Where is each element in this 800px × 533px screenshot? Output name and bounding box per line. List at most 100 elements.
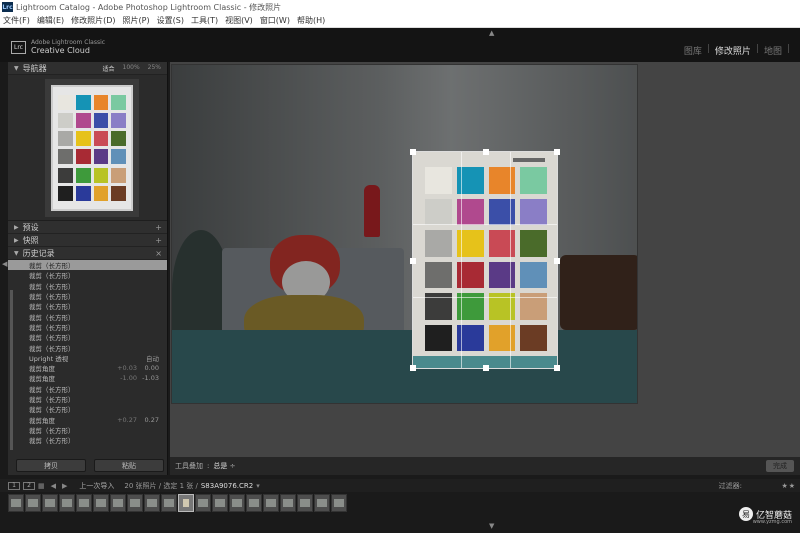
color-patch xyxy=(425,261,452,288)
crop-handle[interactable] xyxy=(554,149,560,155)
crop-handle[interactable] xyxy=(554,258,560,264)
menu-window[interactable]: 窗口(W) xyxy=(260,15,290,26)
crop-handle[interactable] xyxy=(410,365,416,371)
history-item[interactable]: 裁剪（长方形） xyxy=(8,332,167,342)
navigator-preview[interactable] xyxy=(8,75,167,221)
filmstrip-thumbnail[interactable] xyxy=(331,494,347,512)
filmstrip-thumbnail[interactable] xyxy=(76,494,92,512)
snapshots-header[interactable]: ▶ 快照 + xyxy=(8,234,167,247)
filmstrip-thumbnail[interactable] xyxy=(59,494,75,512)
history-item-label: Upright 透视 xyxy=(29,354,69,363)
history-item[interactable]: 裁剪（长方形） xyxy=(8,425,167,435)
menu-edit[interactable]: 编辑(E) xyxy=(37,15,64,26)
history-item[interactable]: 裁剪（长方形） xyxy=(8,260,167,271)
menu-settings[interactable]: 设置(S) xyxy=(157,15,184,26)
history-item[interactable]: 裁剪角度 +0.03 0.00 xyxy=(8,363,167,373)
filmstrip-thumbnail[interactable] xyxy=(127,494,143,512)
done-button[interactable]: 完成 xyxy=(766,460,794,472)
color-patch xyxy=(425,324,452,351)
menu-view[interactable]: 视图(V) xyxy=(225,15,253,26)
tool-overlay-select[interactable]: : 总是 ÷ xyxy=(207,461,235,471)
history-item-delta: +0.03 xyxy=(117,364,137,373)
filmstrip-thumbnail[interactable] xyxy=(93,494,109,512)
history-item[interactable]: 裁剪（长方形） xyxy=(8,270,167,280)
rating-filter[interactable]: ★★ xyxy=(781,482,796,490)
filmstrip-thumbnail[interactable] xyxy=(280,494,296,512)
crop-handle[interactable] xyxy=(483,365,489,371)
zoom-25[interactable]: 25% xyxy=(148,64,161,73)
filmstrip-thumbnail[interactable] xyxy=(161,494,177,512)
history-item[interactable]: 裁剪（长方形） xyxy=(8,301,167,311)
left-panel-scrollbar[interactable] xyxy=(10,290,13,450)
history-item[interactable]: 裁剪角度 -1.00 -1.03 xyxy=(8,373,167,383)
presets-header[interactable]: ▶ 预设 + xyxy=(8,221,167,234)
left-panel-arrow-icon[interactable]: ◀ xyxy=(2,260,7,268)
color-checker-chart xyxy=(425,167,547,351)
filmstrip-thumbnail[interactable] xyxy=(314,494,330,512)
menu-develop[interactable]: 修改照片(D) xyxy=(71,15,115,26)
menu-help[interactable]: 帮助(H) xyxy=(297,15,325,26)
filmstrip-thumbnail[interactable] xyxy=(110,494,126,512)
filmstrip-thumbnail[interactable] xyxy=(212,494,228,512)
module-develop[interactable]: 修改照片 xyxy=(710,44,756,57)
navigator-header[interactable]: ▼ 导航器 适合 100% 25% xyxy=(8,62,167,75)
history-item[interactable]: 裁剪角度 +0.27 0.27 xyxy=(8,414,167,425)
history-item[interactable]: 裁剪（长方形） xyxy=(8,404,167,414)
history-item[interactable]: 裁剪（长方形） xyxy=(8,311,167,322)
crop-handle[interactable] xyxy=(483,149,489,155)
menu-photo[interactable]: 照片(P) xyxy=(123,15,150,26)
top-panel-arrow-icon[interactable]: ▲ xyxy=(489,29,494,37)
crop-handle[interactable] xyxy=(554,365,560,371)
filmstrip-thumbnail[interactable] xyxy=(42,494,58,512)
filmstrip-thumbnail[interactable] xyxy=(195,494,211,512)
filmstrip-thumbnail[interactable] xyxy=(229,494,245,512)
grid-view-icon[interactable]: ▦ xyxy=(38,482,45,490)
history-item[interactable]: 裁剪（长方形） xyxy=(8,342,167,353)
filmstrip-thumbnail[interactable] xyxy=(144,494,160,512)
filmstrip-thumbnail[interactable] xyxy=(246,494,262,512)
primary-window-icon[interactable]: 1 xyxy=(8,481,20,490)
history-item-value: 0.27 xyxy=(144,415,159,424)
zoom-fit[interactable]: 适合 xyxy=(102,64,114,73)
history-header[interactable]: ▼ 历史记录 × xyxy=(8,247,167,260)
crop-region[interactable] xyxy=(410,149,560,371)
secondary-window-icon[interactable]: 2 xyxy=(23,481,35,490)
history-item[interactable]: Upright 透视 自动 xyxy=(8,353,167,363)
paste-button[interactable]: 粘贴 xyxy=(94,459,164,472)
clear-history-icon[interactable]: × xyxy=(155,249,162,258)
history-item[interactable]: 裁剪（长方形） xyxy=(8,281,167,291)
menu-tools[interactable]: 工具(T) xyxy=(191,15,218,26)
menu-file[interactable]: 文件(F) xyxy=(3,15,30,26)
photo-canvas[interactable] xyxy=(170,62,800,457)
history-item[interactable]: 裁剪（长方形） xyxy=(8,322,167,332)
filmstrip-thumbnail[interactable] xyxy=(178,494,194,512)
crop-handle[interactable] xyxy=(410,258,416,264)
color-patch xyxy=(75,185,91,201)
add-preset-icon[interactable]: + xyxy=(155,223,162,232)
bottom-panel-arrow-icon[interactable]: ▼ xyxy=(489,522,494,530)
crop-handle[interactable] xyxy=(410,149,416,155)
back-arrow-icon[interactable]: ◀ xyxy=(51,482,56,490)
history-item[interactable]: 裁剪（长方形） xyxy=(8,384,167,394)
module-library[interactable]: 图库 xyxy=(679,44,707,57)
color-patch xyxy=(111,167,126,183)
filename-dropdown-icon[interactable]: ▾ xyxy=(256,482,260,490)
identity-plate: Lrc Adobe Lightroom Classic Creative Clo… xyxy=(0,28,800,62)
history-item[interactable]: 裁剪（长方形） xyxy=(8,291,167,301)
history-item[interactable]: 裁剪（长方形） xyxy=(8,435,167,445)
selected-filename[interactable]: S83A9076.CR2 xyxy=(201,482,253,490)
navigator-thumbnail[interactable] xyxy=(45,79,139,217)
add-snapshot-icon[interactable]: + xyxy=(155,236,162,245)
photo-image[interactable] xyxy=(171,64,638,404)
filmstrip-thumbnail[interactable] xyxy=(297,494,313,512)
module-map[interactable]: 地图 xyxy=(759,44,787,57)
forward-arrow-icon[interactable]: ▶ xyxy=(62,482,67,490)
filmstrip-thumbnail[interactable] xyxy=(263,494,279,512)
filmstrip-thumbnail[interactable] xyxy=(8,494,24,512)
collapse-triangle-icon: ▼ xyxy=(14,64,19,72)
filmstrip-thumbnail[interactable] xyxy=(25,494,41,512)
zoom-100[interactable]: 100% xyxy=(123,64,140,73)
filmstrip-source[interactable]: 上一次导入 xyxy=(79,481,114,491)
history-item[interactable]: 裁剪（长方形） xyxy=(8,394,167,404)
copy-button[interactable]: 拷贝 xyxy=(16,459,86,472)
